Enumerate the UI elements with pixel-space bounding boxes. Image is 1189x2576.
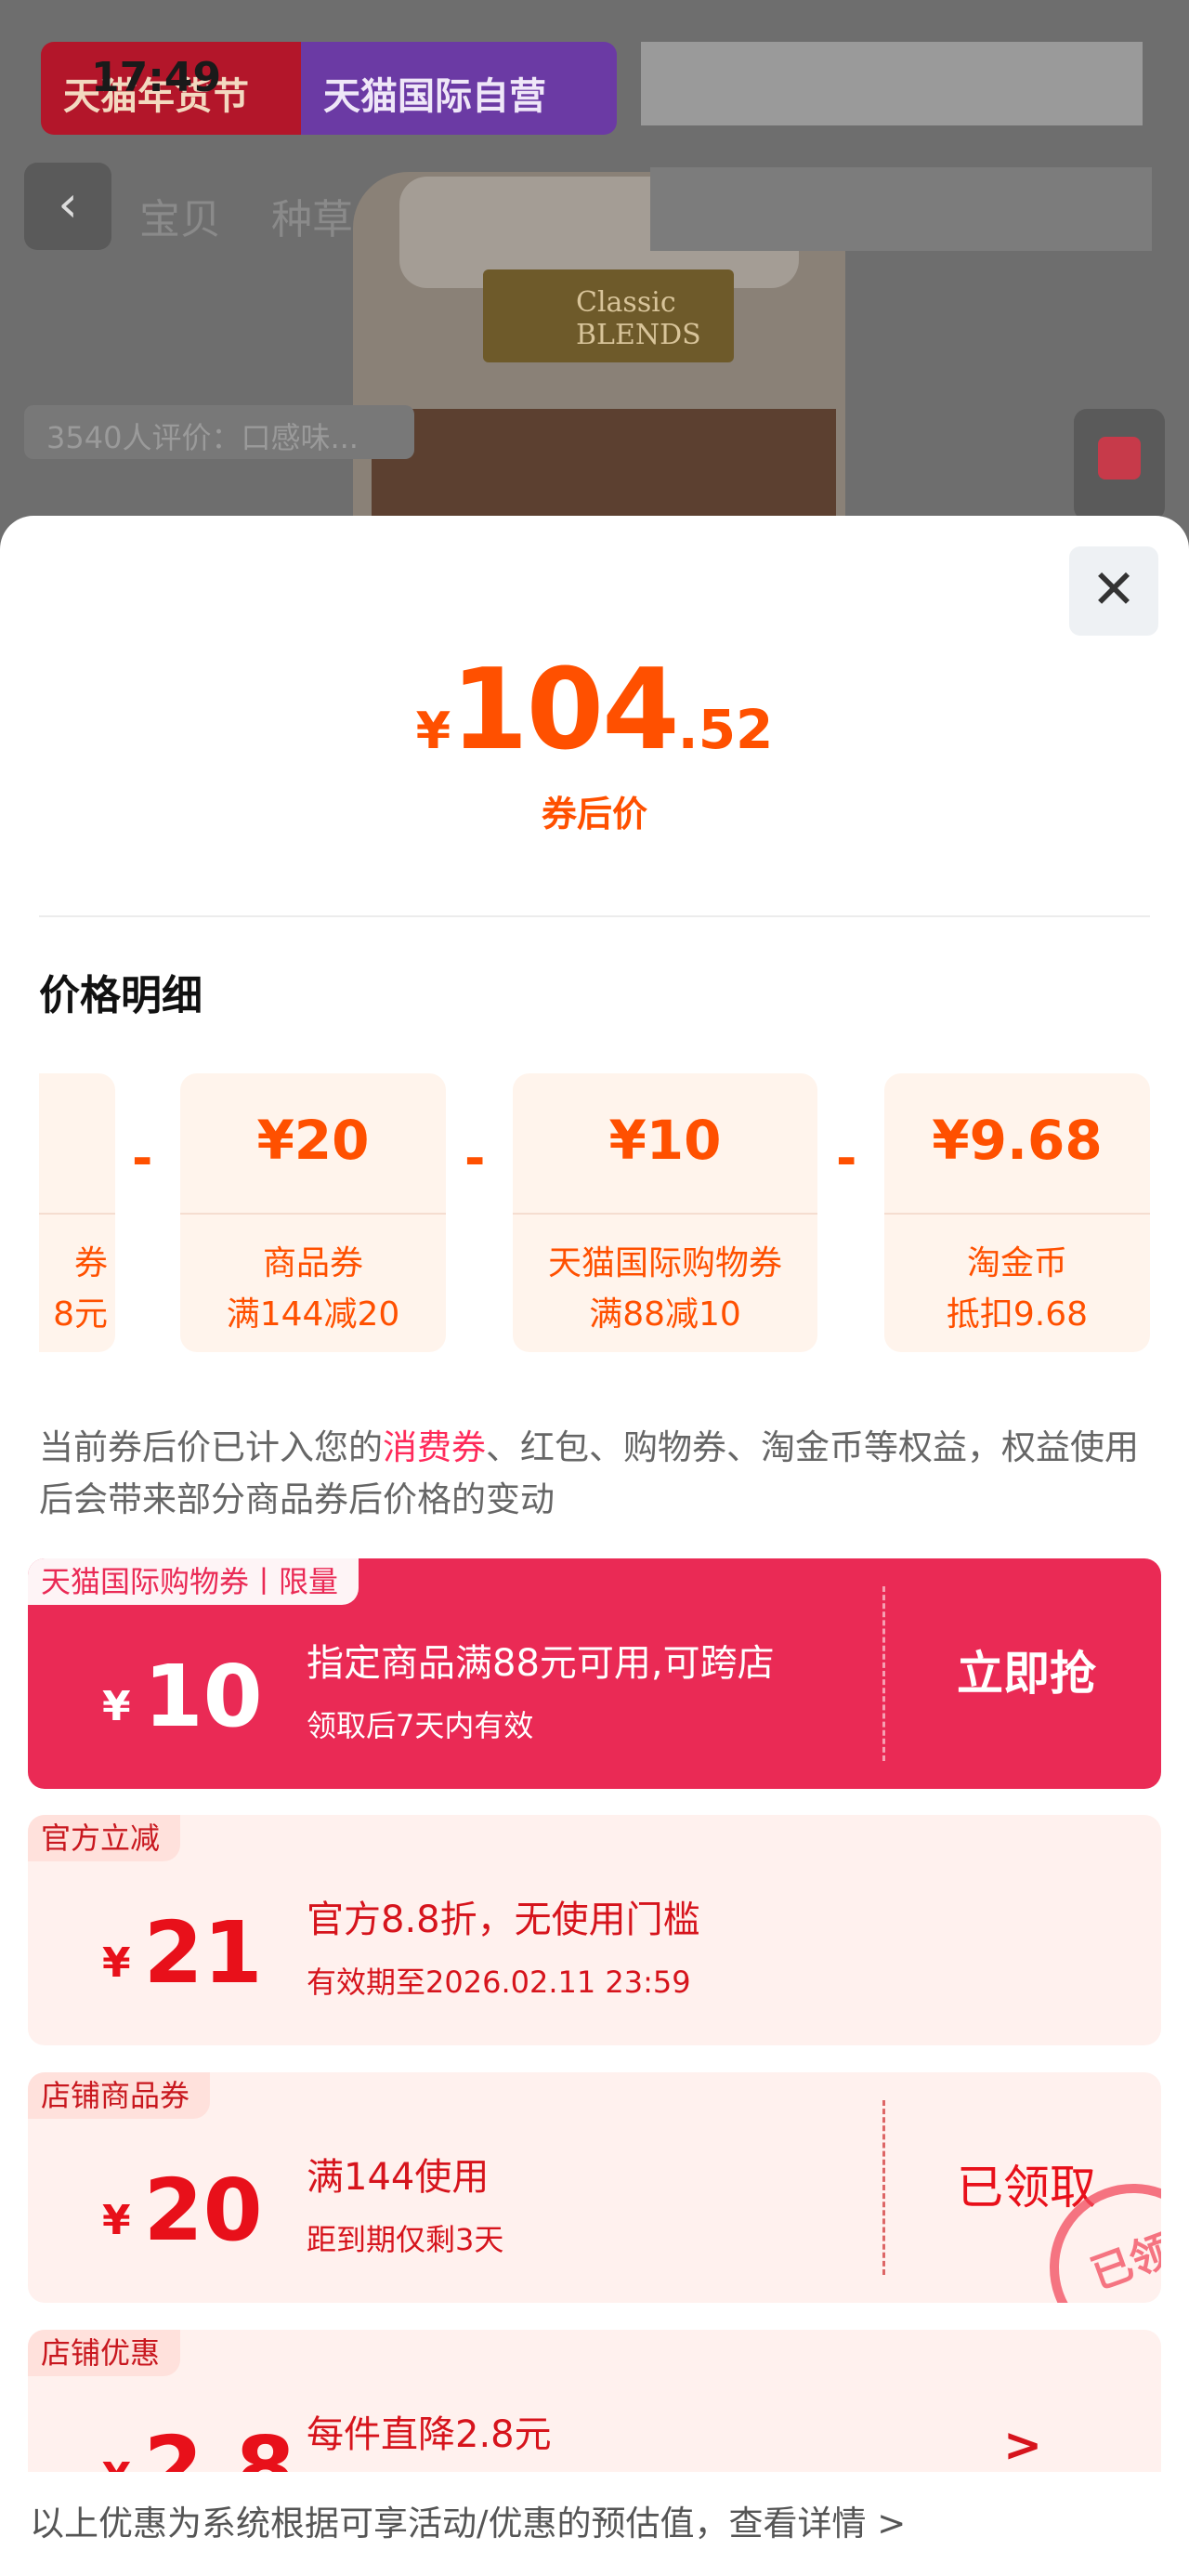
breakdown-condition: 满88减10 [589,1295,741,1334]
breakdown-card: ¥10 天猫国际购物券 满88减10 [513,1073,817,1352]
breakdown-amount: ¥9.68 [932,1109,1103,1172]
price-label: 券后价 [541,794,647,835]
coupon-value: 10 [143,1647,263,1746]
coupon-divider [882,1586,885,1761]
close-button[interactable]: ✕ [1069,546,1158,636]
coupon-value: 20 [143,2161,263,2260]
bar-chart-icon [1098,437,1141,480]
currency-symbol: ¥ [102,1939,131,1987]
final-price: ¥104.52 [0,646,1189,775]
breakdown-name: 商品券 [262,1244,363,1282]
coupon-amount: ¥20 [102,2161,263,2260]
card-divider [513,1213,817,1215]
breakdown-card: ¥9.68 淘金币 抵扣9.68 [884,1073,1150,1352]
promo-banner-tmall-intl: 天猫国际自营 [301,42,617,135]
estimate-disclaimer-link[interactable]: 以上优惠为系统根据可享活动/优惠的预估值，查看详情 > [0,2472,1189,2576]
minus-sign: - [132,1129,153,1188]
notice-text: 当前券后价已计入您的 [39,1427,383,1467]
product-jar-label: Classic BLENDS [483,269,734,362]
price-breakdown-carousel[interactable]: 券 8元 - ¥20 商品券 满144减20 - ¥10 天猫国际购物券 满88… [39,1073,1150,1352]
rating-summary[interactable]: 3540人评价：口感味... [24,405,414,459]
breakdown-amount: ¥20 [256,1109,370,1172]
tab-grass[interactable]: 种草 [271,196,353,243]
card-divider [39,1213,115,1215]
coupon-validity: 有效期至2026.02.11 23:59 [307,1965,691,2000]
tab-item[interactable]: 宝贝 [139,196,221,243]
price-notice: 当前券后价已计入您的消费券、红包、购物券、淘金币等权益，权益使用后会带来部分商品… [39,1422,1154,1526]
minus-sign: - [836,1129,857,1188]
breakdown-condition: 8元 [53,1295,108,1334]
breakdown-amount: ¥10 [608,1109,722,1172]
breakdown-name: 淘金币 [966,1244,1067,1282]
minus-sign: - [464,1129,486,1188]
coupon-title: 指定商品满88元可用,可跨店 [307,1642,775,1685]
coupon-tag: 店铺优惠 [28,2330,181,2376]
blurred-header-area [641,42,1143,125]
card-divider [884,1213,1150,1215]
price-integer: 104 [451,646,679,775]
card-divider [180,1213,446,1215]
breakdown-title: 价格明细 [39,972,203,1019]
coupon-title: 每件直降2.8元 [307,2413,552,2456]
coupon-amount: ¥10 [102,1647,263,1746]
breakdown-card: 券 8元 [39,1073,115,1352]
price-detail-sheet: ✕ ¥104.52 券后价 价格明细 券 8元 - ¥20 商品券 满144减2… [0,516,1189,2576]
divider [39,915,1150,917]
coupon-store-product: 店铺商品券 ¥20 满144使用 距到期仅剩3天 已领取 已领 [28,2072,1161,2303]
coupon-tag: 官方立减 [28,1815,181,1861]
currency-symbol: ¥ [415,702,451,760]
blurred-header-area [650,167,1152,251]
breakdown-name: 天猫国际购物券 [547,1244,782,1282]
breakdown-name: 券 [73,1244,108,1282]
chart-button[interactable] [1074,409,1165,520]
currency-symbol: ¥ [102,1683,131,1730]
chevron-right-icon[interactable]: > [1003,2418,1042,2472]
back-button[interactable]: ‹ [24,163,111,250]
breakdown-condition: 抵扣9.68 [946,1295,1089,1334]
currency-symbol: ¥ [102,2197,131,2244]
coupon-tag: 天猫国际购物券丨限量 [28,1558,359,1605]
coupon-value: 21 [143,1903,263,2003]
coupon-title: 官方8.8折，无使用门槛 [307,1899,700,1941]
consumer-voucher-link[interactable]: 消费券 [383,1427,486,1467]
coupon-official-discount: 官方立减 ¥21 官方8.8折，无使用门槛 有效期至2026.02.11 23:… [28,1815,1161,2045]
coupon-amount: ¥21 [102,1903,263,2003]
price-decimal: .52 [677,698,774,761]
coupon-title: 满144使用 [307,2156,490,2199]
product-page-background: Classic BLENDS 天猫年货节 天猫国际自营 17:49 ‹ 宝贝 种… [0,0,1189,558]
grab-coupon-button[interactable]: 立即抢 [892,1558,1161,1789]
coupon-validity: 领取后7天内有效 [307,1708,534,1743]
breakdown-condition: 满144减20 [226,1295,400,1334]
coupon-divider [882,2100,885,2275]
coupon-tmall-intl: 天猫国际购物券丨限量 ¥10 指定商品满88元可用,可跨店 领取后7天内有效 立… [28,1558,1161,1789]
coupon-validity: 距到期仅剩3天 [307,2222,504,2257]
breakdown-card: ¥20 商品券 满144减20 [180,1073,446,1352]
product-tabs: 宝贝 种草 [139,186,390,245]
status-time: 17:49 [91,54,222,101]
coupon-tag: 店铺商品券 [28,2072,211,2119]
